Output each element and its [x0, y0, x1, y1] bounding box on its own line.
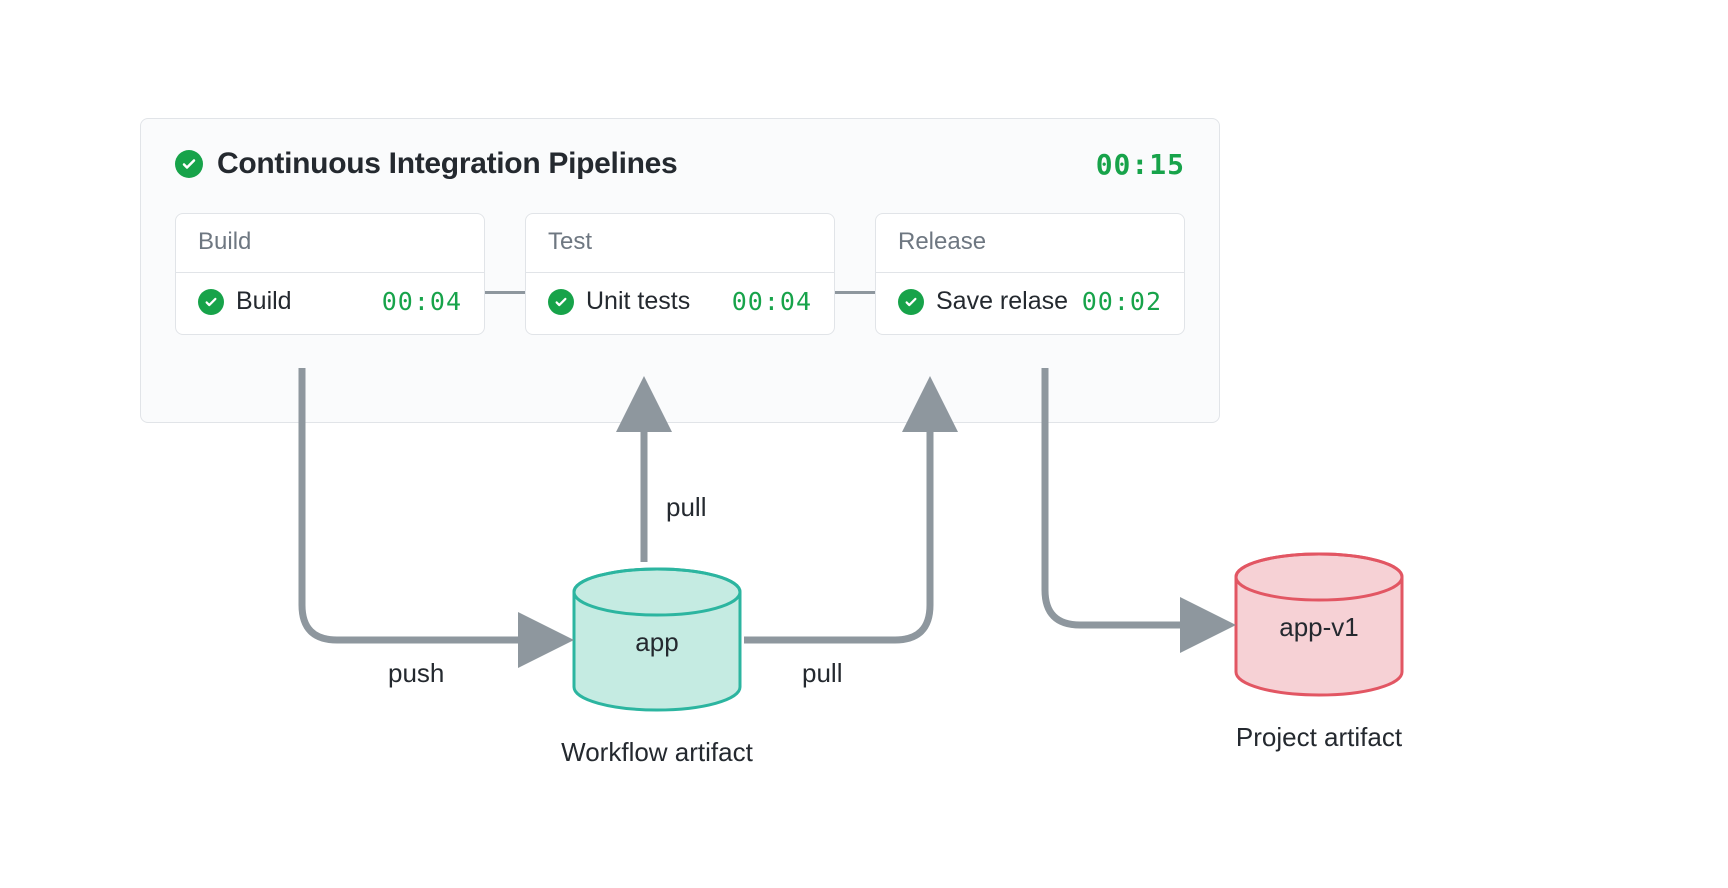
stage-header: Build — [176, 214, 484, 273]
check-icon — [548, 289, 574, 315]
stage-header: Release — [876, 214, 1184, 273]
pipeline-header: Continuous Integration Pipelines 00:15 — [175, 147, 1185, 181]
check-icon — [198, 289, 224, 315]
stage-connector — [835, 291, 875, 294]
pipeline-title: Continuous Integration Pipelines — [217, 147, 677, 181]
stage-body: Save relase 00:02 — [876, 273, 1184, 334]
job-name: Build — [236, 287, 370, 316]
job-name: Save relase — [936, 287, 1070, 316]
stage-card-test: Test Unit tests 00:04 — [525, 213, 835, 335]
job-time: 00:02 — [1082, 287, 1162, 316]
pipeline-total-time: 00:15 — [1096, 148, 1185, 181]
flow-label-pull1: pull — [666, 492, 706, 523]
workflow-artifact-cylinder: app Workflow artifact — [572, 567, 742, 717]
flow-label-push: push — [388, 658, 444, 689]
stages-row: Build Build 00:04 Test Unit tests 00:04 — [175, 213, 1185, 335]
stage-card-release: Release Save relase 00:02 — [875, 213, 1185, 335]
job-name: Unit tests — [586, 287, 720, 316]
check-icon — [175, 150, 203, 178]
stage-card-build: Build Build 00:04 — [175, 213, 485, 335]
pipeline-header-left: Continuous Integration Pipelines — [175, 147, 677, 181]
stage-connector — [485, 291, 525, 294]
workflow-artifact-label: app — [572, 627, 742, 658]
job-time: 00:04 — [732, 287, 812, 316]
pipeline-container: Continuous Integration Pipelines 00:15 B… — [140, 118, 1220, 423]
check-icon — [898, 289, 924, 315]
project-artifact-cylinder: app-v1 Project artifact — [1234, 552, 1404, 702]
stage-body: Build 00:04 — [176, 273, 484, 334]
project-artifact-caption: Project artifact — [1189, 722, 1449, 753]
stage-body: Unit tests 00:04 — [526, 273, 834, 334]
job-time: 00:04 — [382, 287, 462, 316]
workflow-artifact-caption: Workflow artifact — [527, 737, 787, 768]
flow-label-pull2: pull — [802, 658, 842, 689]
arrow-app-to-release — [744, 390, 930, 640]
stage-header: Test — [526, 214, 834, 273]
project-artifact-label: app-v1 — [1234, 612, 1404, 643]
